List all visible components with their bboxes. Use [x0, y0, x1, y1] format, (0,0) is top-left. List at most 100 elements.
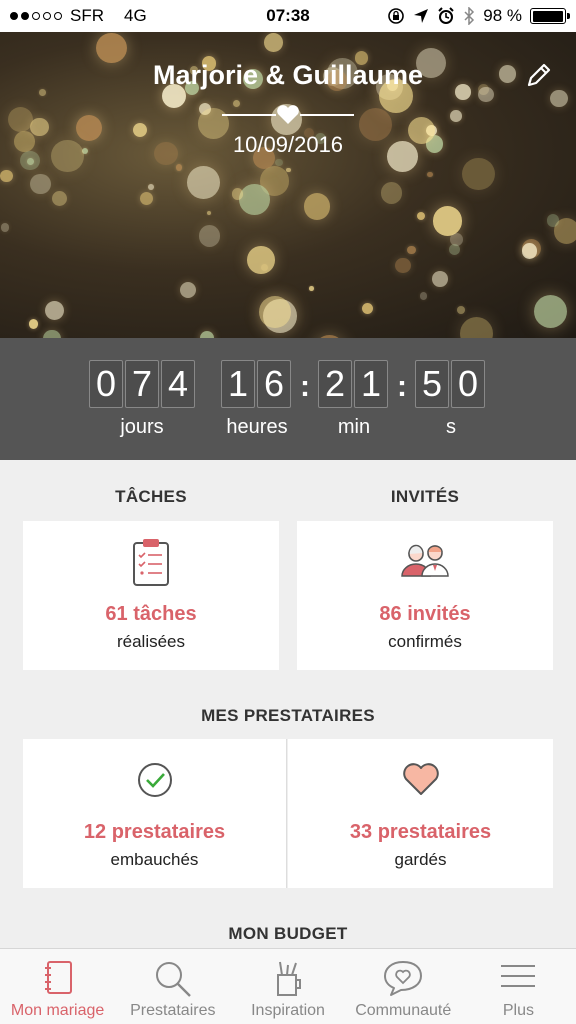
hired-sub: embauchés	[110, 850, 199, 869]
pencil-icon[interactable]	[524, 60, 554, 90]
clipboard-icon	[133, 539, 169, 586]
digit: 6	[257, 360, 291, 408]
bokeh-light	[198, 224, 221, 247]
saved-sub: gardés	[394, 850, 447, 869]
bokeh-light	[259, 296, 291, 329]
bokeh-light	[199, 331, 215, 338]
bokeh-light	[450, 110, 462, 122]
wedding-date: 10/09/2016	[232, 132, 344, 157]
tab-label: Communauté	[355, 1002, 452, 1019]
bokeh-light	[264, 33, 283, 52]
bokeh-light	[432, 206, 463, 236]
saved-count: 33 prestataires	[349, 821, 492, 843]
bokeh-light	[449, 244, 461, 255]
bokeh-light	[0, 222, 10, 232]
chat-heart-icon	[384, 961, 423, 996]
search-icon	[155, 962, 191, 997]
bokeh-light	[286, 167, 292, 173]
countdown-minutes: 2 1	[318, 360, 388, 408]
bokeh-light	[239, 184, 270, 215]
bokeh-light	[550, 89, 568, 108]
bokeh-light	[419, 292, 428, 301]
menu-icon	[501, 965, 536, 987]
bokeh-light	[52, 191, 68, 207]
days-label: jours	[120, 416, 164, 438]
countdown-hours: 1 6	[221, 360, 291, 408]
digit: 2	[318, 360, 352, 408]
tasks-sub: réalisées	[116, 632, 186, 651]
bokeh-light	[43, 329, 61, 338]
budget-title: MON BUDGET	[228, 924, 348, 943]
colon-separator: :	[397, 370, 407, 403]
status-bar: SFR 4G 07:38 98 %	[0, 0, 576, 32]
bokeh-light	[231, 188, 244, 200]
digit: 7	[125, 360, 159, 408]
guests-card[interactable]: 86 invités confirmés	[297, 521, 553, 670]
tab-prestataires[interactable]: Prestataires	[115, 949, 230, 1024]
signal-icon	[10, 12, 62, 20]
bokeh-light	[139, 191, 154, 205]
bokeh-light	[416, 212, 425, 221]
notebook-icon	[44, 961, 72, 994]
bokeh-light	[432, 271, 449, 288]
tab-label: Plus	[502, 1002, 534, 1019]
bokeh-light	[28, 319, 39, 329]
bokeh-light	[45, 300, 65, 321]
guests-sub: confirmés	[388, 632, 462, 651]
bokeh-light	[187, 166, 220, 199]
couple-names: Marjorie & Guillaume	[152, 60, 424, 90]
tab-communaute[interactable]: Communauté	[346, 949, 461, 1024]
tasks-title: TÂCHES	[115, 487, 187, 506]
bokeh-light	[456, 306, 465, 314]
bokeh-light	[427, 171, 433, 178]
countdown-days: 0 7 4	[89, 360, 195, 408]
tab-label: Inspiration	[251, 1002, 325, 1019]
tab-inspiration[interactable]: Inspiration	[230, 949, 345, 1024]
digit: 0	[89, 360, 123, 408]
bokeh-light	[30, 173, 51, 194]
bokeh-light	[533, 295, 567, 329]
bokeh-light	[7, 107, 33, 133]
hired-count: 12 prestataires	[83, 821, 226, 843]
tab-bar: Mon mariage Prestataires Inspiration Com…	[0, 948, 576, 1024]
battery-icon	[530, 8, 570, 24]
countdown: 0 7 4 1 6 : 2 1 : 5 0 jours heures min s	[0, 338, 576, 460]
cup-icon	[277, 961, 301, 996]
digit: 5	[415, 360, 449, 408]
guests-count: 86 invités	[379, 603, 471, 625]
hired-vendors-card[interactable]: 12 prestataires embauchés	[23, 739, 287, 888]
tab-label: Prestataires	[130, 1002, 216, 1019]
bokeh-light	[380, 182, 403, 204]
bokeh-light	[147, 183, 154, 190]
bokeh-light	[207, 211, 212, 216]
bokeh-light	[395, 257, 411, 274]
bokeh-light	[361, 303, 373, 315]
minutes-label: min	[337, 416, 371, 438]
digit: 4	[161, 360, 195, 408]
bokeh-light	[0, 169, 13, 183]
tab-label: Mon mariage	[10, 1002, 105, 1019]
bokeh-light	[462, 158, 495, 191]
seconds-label: s	[446, 416, 456, 438]
alarm-icon	[438, 7, 454, 24]
tab-plus[interactable]: Plus	[461, 949, 576, 1024]
battery-percent: 98 %	[483, 6, 522, 25]
bokeh-light	[175, 164, 183, 171]
bokeh-light	[460, 316, 494, 338]
digit: 1	[221, 360, 255, 408]
saved-vendors-card[interactable]: 33 prestataires gardés	[288, 739, 553, 888]
countdown-seconds: 5 0	[415, 360, 485, 408]
bokeh-light	[275, 158, 283, 167]
hero-banner: Marjorie & Guillaume 10/09/2016	[0, 32, 576, 338]
heart-icon	[402, 763, 439, 795]
tab-mon-mariage[interactable]: Mon mariage	[0, 949, 115, 1024]
digit: 0	[451, 360, 485, 408]
heart-divider-icon	[222, 105, 354, 124]
bokeh-light	[407, 245, 416, 255]
bokeh-light	[247, 246, 275, 275]
hours-label: heures	[226, 416, 288, 438]
network: 4G	[124, 6, 147, 25]
tasks-card[interactable]: 61 tâches réalisées	[23, 521, 279, 670]
bokeh-light	[303, 193, 330, 220]
vendors-title: MES PRESTATAIRES	[201, 706, 375, 725]
